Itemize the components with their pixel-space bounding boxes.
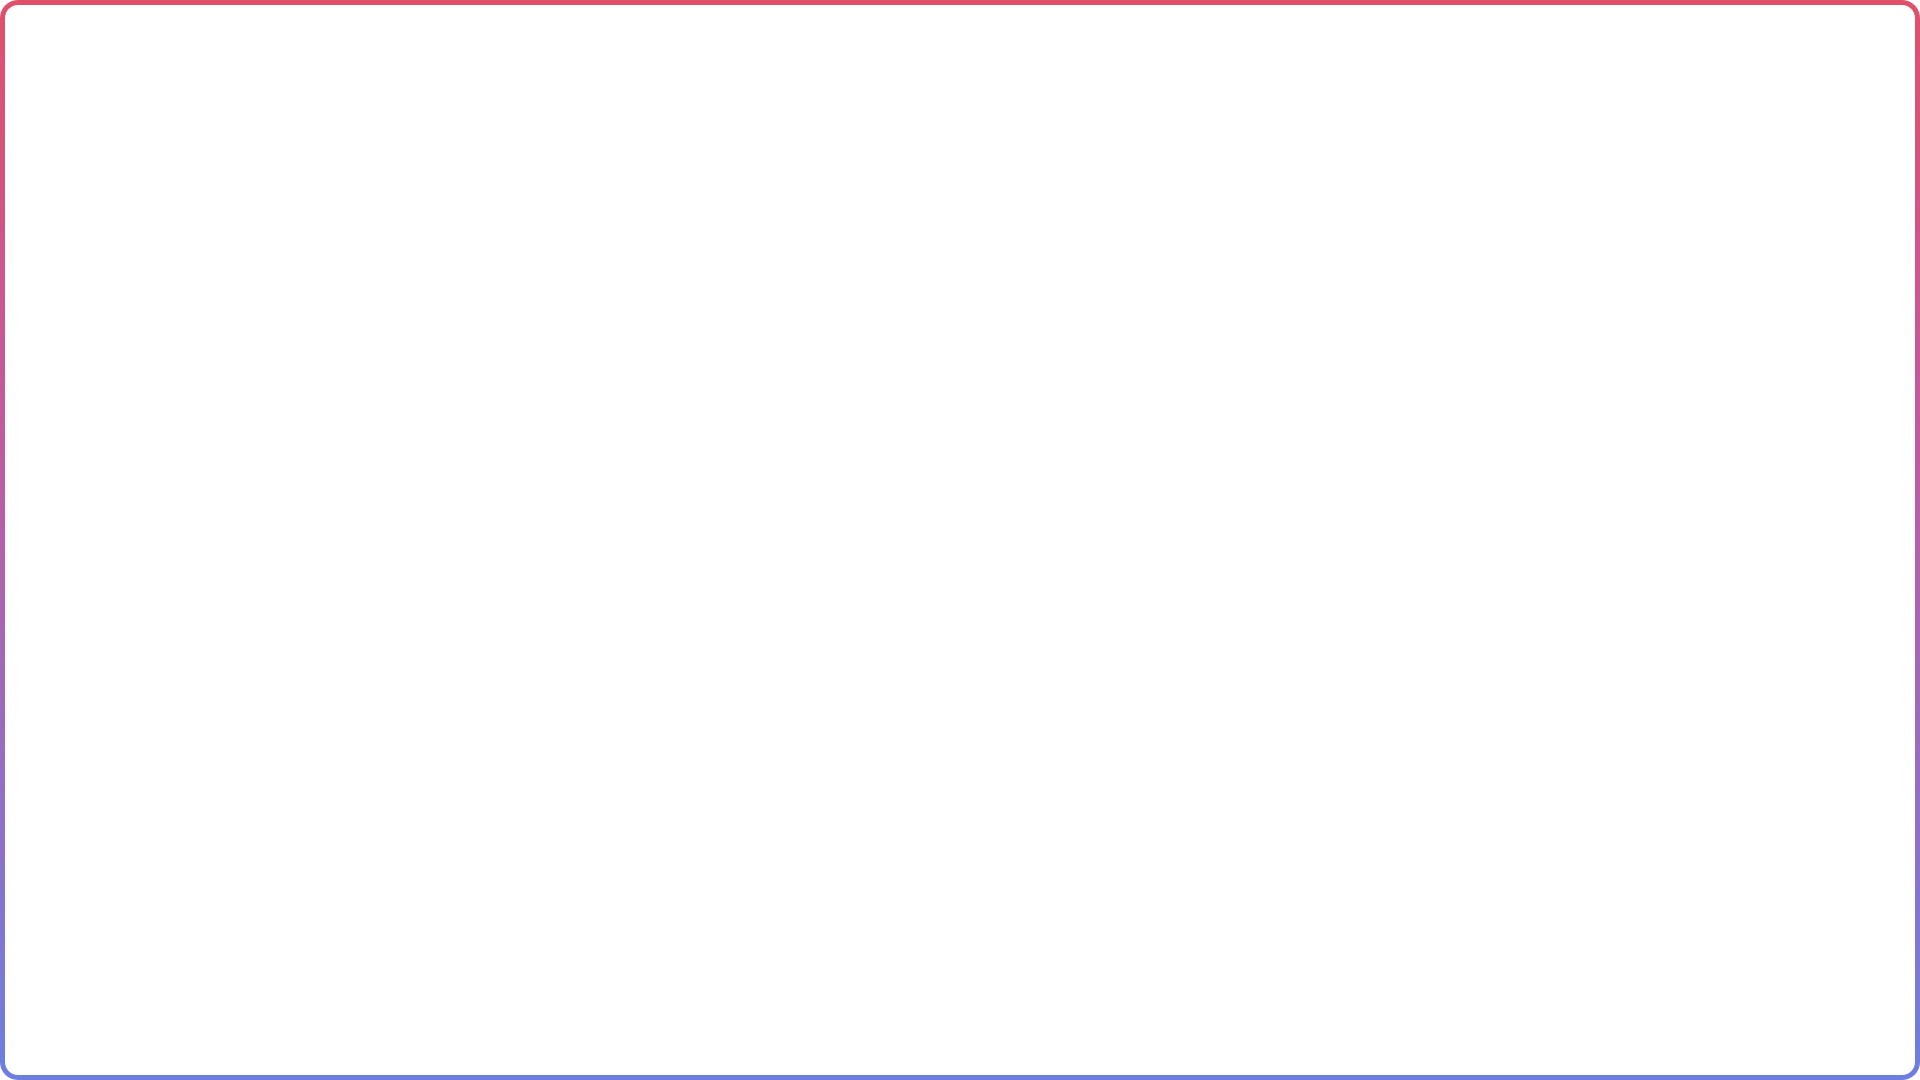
- ivus-strip-108[interactable]: 483% 108 / 817 Series: 6 JPEGLossless:No…: [1110, 1003, 1561, 1043]
- ivus-info-line: WL: 127 WW: 254: [916, 190, 989, 200]
- strip-line: 483%: [1201, 1044, 1225, 1054]
- ivus-timeline: [912, 909, 1561, 910]
- card-header-line: 2023 y ): [1683, 221, 1716, 231]
- retro-gaia-label: RETRO GAIA 2: [1198, 277, 1289, 292]
- angio-bottom-right-info: 06/12/24, 1:50:02 PM 3 ms 29 min Made in…: [799, 1038, 895, 1074]
- card-header: 3 y , 2023 y ) Ivus-1-Ivus: [1783, 336, 1835, 358]
- strip-line: 507 / 817 Series: 6: [955, 937, 1031, 947]
- card-header-line: 3 y , 2023 y ): [1846, 405, 1899, 415]
- strip-line: JPEGLossless:Non-hierarchical-1stOrderPr…: [1201, 1066, 1406, 1076]
- angio-info-line: 475%: [70, 1026, 96, 1037]
- slide-title: IVUS POST CONVENTIONAL REVERSE CART: [108, 54, 1751, 136]
- strip-line: 163 / 817 Series: 6: [1022, 966, 1098, 976]
- ivus-strip-507[interactable]: 483% 507 / 817 Series: 6 JPEGLossless:No…: [951, 925, 1561, 965]
- ivus-info-line: 512 x 512: [916, 179, 956, 189]
- angio-info-line: Made in OsiriX: [829, 1062, 895, 1073]
- card-header-line: Ivus-1-Ivus: [1724, 272, 1769, 282]
- presenter-webcam: [1561, 810, 1915, 1075]
- card-header-line: Ivus-1-Ivus: [1854, 416, 1899, 426]
- strip-line: 483%: [1114, 1004, 1138, 1014]
- angio-info-line: Position: HFS: [70, 1062, 132, 1073]
- ivus-image: [912, 206, 1686, 909]
- ivus-top-left-info: 512 x 512 WL: 127 WW: 254: [916, 179, 989, 201]
- card-frame-number: 08: [1773, 357, 1805, 388]
- card-header-line: , 2023 y ): [1731, 261, 1769, 271]
- strip-line: JPEGLossless:Non-hierarchical-1stOrderPr…: [1022, 977, 1227, 987]
- presenter-video: [1561, 810, 1915, 1075]
- card-header-line: 3 y , 2023 y ): [1782, 336, 1835, 346]
- ivus-info-line: Surjit Singh 13276 ( 2023 y , 2023 y ): [1531, 179, 1680, 189]
- card-header: 3 y , 2023 y ) Ivus-1-Ivus: [1847, 405, 1899, 427]
- strip-line: 108 / 817 Series: 6: [1114, 1015, 1190, 1025]
- angiogram-image: [66, 251, 899, 1074]
- angio-bottom-left-info: 475% 21 / 234 Series: 1 Uncompressed Pos…: [70, 1026, 148, 1074]
- strip-line: 483%: [955, 926, 979, 936]
- angio-info-line: WL: 128 WW: 256: [70, 267, 151, 278]
- strip-line: JPEGLossless:Non-hierarchical-1stOrderPr…: [1114, 1026, 1319, 1036]
- angiogram-panel[interactable]: 512 x 512 WL: 128 WW: 256 Sujeet Singh 7…: [66, 251, 899, 1074]
- ivus-bottom-left-info: 483% 557 / 817 Series: 6 JPEGLossless:No…: [916, 873, 1121, 906]
- strip-line: JPEGLossless:Non-hierarchical-1stOrderPr…: [955, 948, 1160, 958]
- angio-info-line: Cardiac: [860, 267, 895, 278]
- card-frame-number: 3: [1712, 282, 1728, 313]
- angio-info-line: Sujeet Singh 71/M 13276 ( - - - ): [752, 255, 895, 266]
- angio-info-line: Uncompressed: [70, 1050, 138, 1061]
- ivus-info-line: 483%: [916, 873, 940, 883]
- card-header: 2023 y ) s-1-Ivus: [1683, 221, 1716, 243]
- angio-info-line: 06/12/24, 1:50:02 PM: [799, 1038, 895, 1049]
- ivus-strip-163[interactable]: 163 / 817 Series: 6 JPEGLossless:Non-hie…: [1018, 965, 1561, 992]
- ostial-lcx-label: OSTIAL LCX: [1470, 652, 1545, 667]
- ivus-header-info: Surjit Singh 13276 ( 2023 y , 2023 y ) I…: [1531, 179, 1680, 201]
- strip-line: 1 / 817 Series: 6: [1201, 1055, 1267, 1065]
- angio-info-line: 3 ms 29 min: [840, 1050, 895, 1061]
- ivus-strip-1[interactable]: 483% 1 / 817 Series: 6 JPEGLossless:Non-…: [1197, 1043, 1561, 1077]
- angio-top-right-info: Sujeet Singh 71/M 13276 ( - - - ) Cardia…: [752, 255, 895, 291]
- card-header: , 2023 y ) Ivus-1-Ivus: [1725, 261, 1769, 283]
- angio-info-line: 512 x 512: [70, 255, 114, 266]
- frame-number-label: Frame 557: [1484, 202, 1620, 233]
- ivus-info-line: 557 / 817 Series: 6: [916, 884, 992, 894]
- angio-info-line: 21 / 234 Series: 1: [70, 1038, 149, 1049]
- ivus-info-line: JPEGLossless:Non-hierarchical-1stOrderPr…: [916, 895, 1121, 905]
- angio-top-left-info: 512 x 512 WL: 128 WW: 256: [70, 255, 151, 279]
- ivus-info-line: Ivus-1-Ivus: [1635, 190, 1680, 200]
- ivus-main-panel[interactable]: 512 x 512 WL: 127 WW: 254 Surjit Singh 1…: [912, 176, 1686, 909]
- card-header-line: s-1-Ivus: [1683, 232, 1716, 242]
- angio-info-line: CARDIAC: [849, 279, 895, 290]
